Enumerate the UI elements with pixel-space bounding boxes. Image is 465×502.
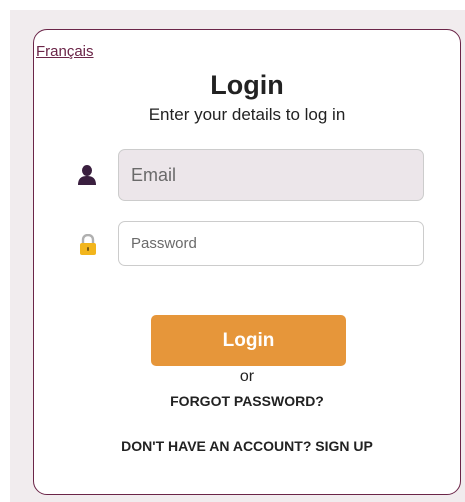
or-separator: or <box>239 368 255 385</box>
lock-icon <box>78 233 98 256</box>
login-button[interactable]: Login <box>151 315 346 366</box>
language-link[interactable]: Français <box>36 43 94 60</box>
email-field[interactable] <box>118 149 424 201</box>
password-field[interactable] <box>118 221 424 266</box>
user-icon <box>77 164 97 186</box>
page-title: Login <box>210 70 284 100</box>
forgot-password-link[interactable]: FORGOT PASSWORD? <box>34 393 460 409</box>
login-card: Français Login Enter your details to log… <box>33 29 461 495</box>
signup-link[interactable]: DON'T HAVE AN ACCOUNT? SIGN UP <box>34 438 460 454</box>
page-subtitle: Enter your details to log in <box>148 105 346 124</box>
